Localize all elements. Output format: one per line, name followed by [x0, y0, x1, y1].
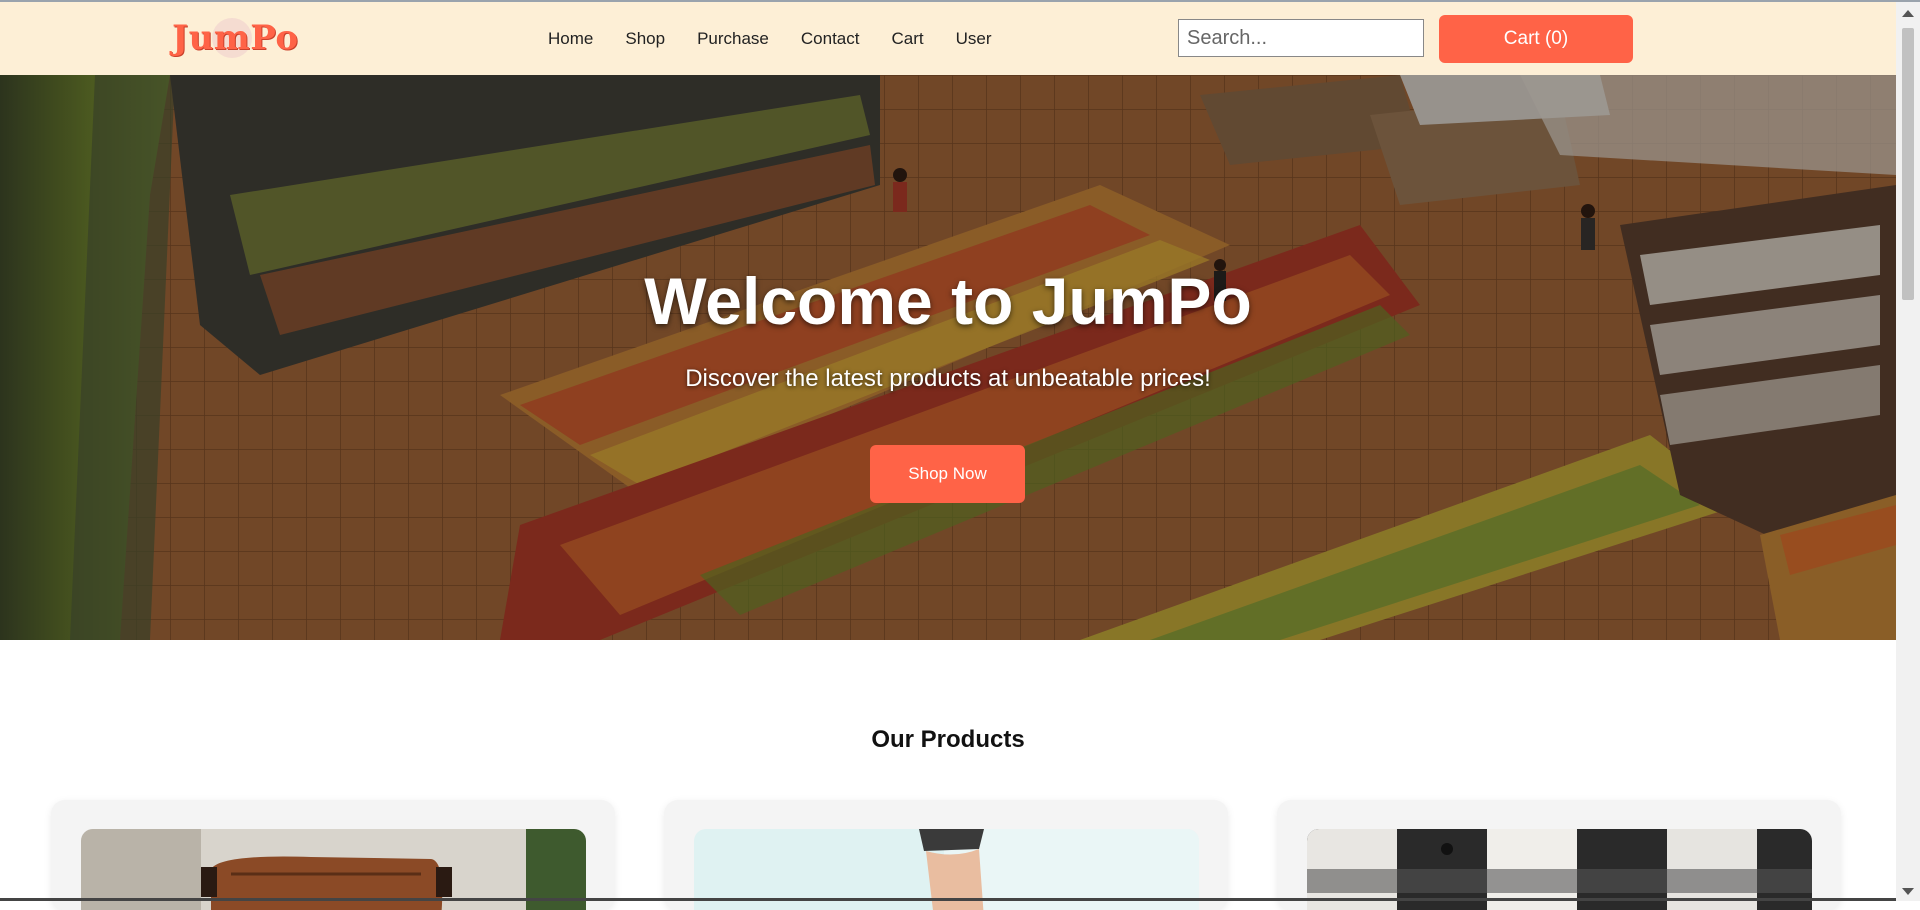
navbar: JumPo Home Shop Purchase Contact Cart Us… — [0, 2, 1896, 76]
nav-link-purchase[interactable]: Purchase — [697, 29, 769, 49]
nav-link-contact[interactable]: Contact — [801, 29, 860, 49]
hero-overlay — [0, 75, 1896, 640]
product-card[interactable] — [51, 800, 615, 910]
nav-link-shop[interactable]: Shop — [625, 29, 665, 49]
cart-button[interactable]: Cart (0) — [1439, 15, 1633, 63]
nav-link-cart[interactable]: Cart — [891, 29, 923, 49]
hero-banner: Welcome to JumPo Discover the latest pro… — [0, 75, 1896, 640]
search-input[interactable] — [1178, 19, 1424, 57]
shop-now-button[interactable]: Shop Now — [870, 445, 1025, 503]
hero-subtitle: Discover the latest products at unbeatab… — [685, 365, 1211, 392]
nav-links: Home Shop Purchase Contact Cart User — [548, 2, 1024, 75]
vertical-scrollbar[interactable] — [1896, 2, 1920, 901]
nav-link-user[interactable]: User — [956, 29, 992, 49]
nav-link-home[interactable]: Home — [548, 29, 593, 49]
scroll-up-arrow-icon[interactable] — [1902, 10, 1914, 17]
logo[interactable]: JumPo — [172, 16, 298, 60]
scroll-down-arrow-icon[interactable] — [1902, 888, 1914, 895]
logo-text: JumPo — [172, 18, 299, 58]
product-card[interactable] — [1277, 800, 1841, 910]
products-heading: Our Products — [871, 726, 1025, 753]
scrollbar-thumb[interactable] — [1902, 28, 1914, 300]
hero-title: Welcome to JumPo — [644, 264, 1252, 338]
product-card[interactable] — [664, 800, 1228, 910]
